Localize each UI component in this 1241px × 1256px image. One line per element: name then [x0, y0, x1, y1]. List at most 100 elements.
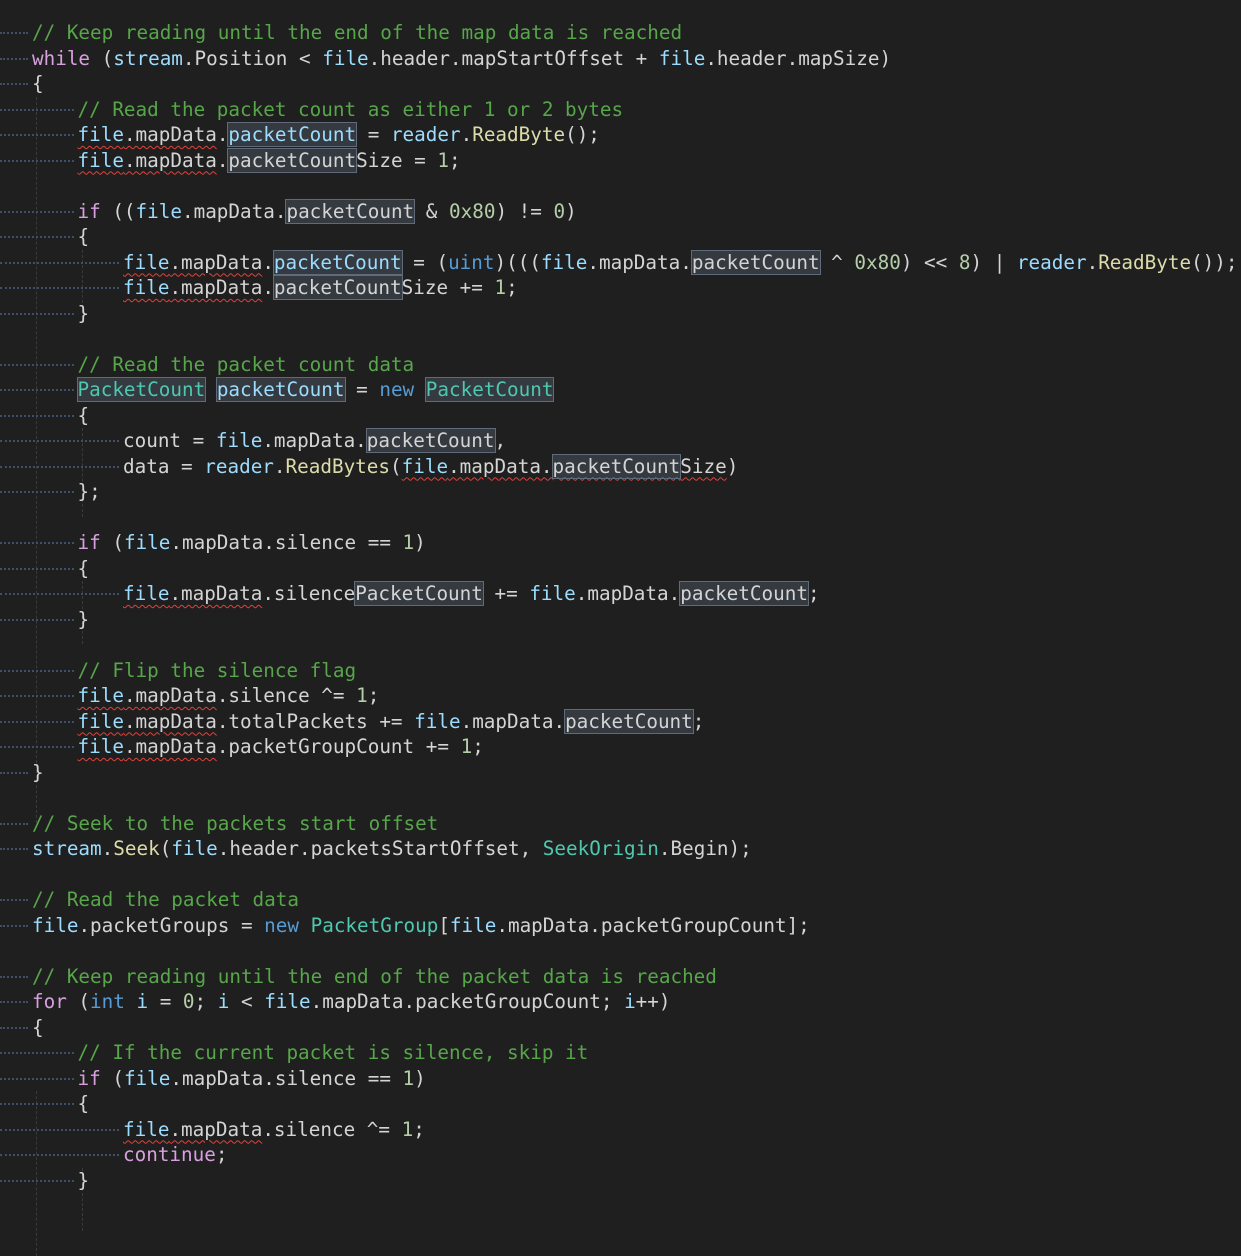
code-token: PacketGroup	[310, 913, 439, 937]
code-token: Seek	[113, 837, 160, 860]
code-line[interactable]: // Seek to the packets start offset	[32, 811, 438, 836]
code-token: .mapData.	[448, 454, 553, 478]
code-token: .mapData.silence ==	[170, 1066, 403, 1090]
code-token: )	[414, 531, 426, 554]
code-line[interactable]: while (stream.Position < file.header.map…	[32, 46, 891, 71]
code-line[interactable]: // Keep reading until the end of the map…	[32, 20, 682, 45]
code-line[interactable]: stream.Seek(file.header.packetsStartOffs…	[32, 836, 752, 861]
code-token: ReadByte	[472, 123, 566, 146]
code-token: }	[77, 607, 90, 631]
code-token: // Read the packet count as either 1 or …	[77, 97, 624, 121]
code-token: file	[414, 709, 461, 733]
code-token: PacketCount	[424, 377, 555, 402]
whitespace-marker	[0, 848, 28, 850]
code-line[interactable]: {	[78, 556, 90, 581]
code-line[interactable]: // Flip the silence flag	[78, 658, 357, 683]
code-line[interactable]: // Read the packet count as either 1 or …	[78, 97, 624, 122]
code-token: 1	[356, 684, 368, 707]
code-line[interactable]: {	[78, 1091, 90, 1116]
code-token: {	[77, 556, 90, 580]
code-line[interactable]: {	[78, 224, 90, 249]
code-token: // If the current packet is silence, ski…	[77, 1041, 589, 1064]
code-line[interactable]: file.mapData.packetCount = reader.ReadBy…	[78, 122, 600, 147]
code-token: }	[77, 301, 90, 325]
code-line[interactable]: data = reader.ReadBytes(file.mapData.pac…	[123, 453, 738, 479]
code-line[interactable]: count = file.mapData.packetCount,	[123, 428, 506, 453]
code-line[interactable]: file.mapData.totalPackets += file.mapDat…	[78, 708, 704, 734]
code-line[interactable]: file.mapData.packetCountSize += 1;	[123, 275, 518, 300]
code-token: ;	[215, 1143, 228, 1166]
code-token: packetCount	[227, 147, 358, 173]
code-token: file	[658, 46, 706, 70]
code-line[interactable]: // Read the packet data	[32, 887, 299, 912]
whitespace-marker	[0, 465, 119, 468]
code-token: .Position <	[182, 46, 323, 70]
code-line[interactable]: {	[32, 1015, 44, 1040]
code-token: 0x80	[449, 199, 496, 223]
whitespace-marker	[0, 593, 119, 595]
whitespace-marker	[0, 1077, 74, 1080]
code-line[interactable]: // Read the packet count data	[78, 352, 415, 377]
code-line[interactable]: }	[32, 760, 44, 785]
code-token: .	[216, 148, 229, 172]
code-line[interactable]: }	[78, 1168, 90, 1193]
code-token: .packetGroupCount +=	[216, 735, 461, 758]
code-token: ;	[194, 990, 218, 1013]
code-line[interactable]: file.packetGroups = new PacketGroup[file…	[32, 913, 810, 938]
code-token: file	[171, 837, 218, 860]
code-token: 0	[182, 990, 195, 1013]
code-line[interactable]: if ((file.mapData.packetCount & 0x80) !=…	[78, 198, 577, 224]
whitespace-marker	[0, 720, 74, 723]
code-line[interactable]: file.mapData.silencePacketCount += file.…	[123, 581, 820, 606]
code-editor[interactable]: // Keep reading until the end of the map…	[0, 0, 1241, 1256]
code-token: file	[135, 199, 182, 223]
code-line[interactable]: }	[78, 607, 90, 632]
code-line[interactable]: file.mapData.packetCountSize = 1;	[78, 147, 461, 173]
code-line[interactable]: }	[78, 301, 90, 326]
whitespace-marker	[0, 771, 28, 774]
whitespace-marker	[0, 83, 28, 85]
code-token: (	[100, 531, 124, 554]
code-line[interactable]: {	[32, 71, 44, 96]
code-token: // Seek to the packets start offset	[32, 811, 439, 835]
whitespace-marker	[0, 1026, 28, 1029]
code-token: .	[460, 123, 473, 146]
code-line[interactable]: file.mapData.packetGroupCount += 1;	[78, 734, 484, 759]
code-line[interactable]: // If the current packet is silence, ski…	[78, 1040, 589, 1065]
whitespace-marker	[0, 108, 74, 111]
code-token: reader	[390, 123, 461, 146]
code-token: ;	[413, 1117, 425, 1141]
code-token: i	[624, 990, 636, 1013]
code-token: .mapData.	[587, 250, 692, 274]
code-line[interactable]: };	[78, 479, 101, 504]
code-line[interactable]: // Keep reading until the end of the pac…	[32, 964, 717, 989]
code-line[interactable]: if (file.mapData.silence == 1)	[78, 530, 426, 555]
code-token: [	[438, 913, 450, 937]
code-line[interactable]: file.mapData.packetCount = (uint)(((file…	[123, 249, 1238, 275]
code-token: stream	[32, 837, 102, 860]
whitespace-marker	[0, 695, 74, 697]
code-line[interactable]: if (file.mapData.silence == 1)	[78, 1066, 426, 1091]
code-token: 0	[553, 199, 566, 223]
code-token: file	[77, 735, 124, 758]
code-token: file	[322, 46, 369, 70]
code-token: file	[529, 582, 576, 605]
code-token: .	[262, 250, 274, 274]
whitespace-marker	[0, 312, 74, 315]
code-token: 1	[437, 148, 449, 172]
code-token: .	[262, 276, 274, 299]
code-line[interactable]: for (int i = 0; i < file.mapData.packetG…	[32, 989, 671, 1014]
code-line[interactable]: file.mapData.silence ^= 1;	[123, 1117, 425, 1142]
whitespace-marker	[0, 567, 74, 570]
code-token: packetCount	[690, 249, 821, 275]
code-line[interactable]: {	[78, 403, 90, 428]
code-token: i	[136, 990, 149, 1013]
code-line[interactable]: continue;	[123, 1142, 227, 1167]
code-token: data =	[123, 454, 205, 478]
code-line[interactable]: PacketCount packetCount = new PacketCoun…	[76, 377, 555, 402]
code-token: if	[77, 531, 101, 554]
code-line[interactable]: file.mapData.silence ^= 1;	[78, 683, 380, 708]
code-token: 1	[460, 735, 473, 758]
code-token: .mapData.silence ==	[170, 531, 403, 554]
